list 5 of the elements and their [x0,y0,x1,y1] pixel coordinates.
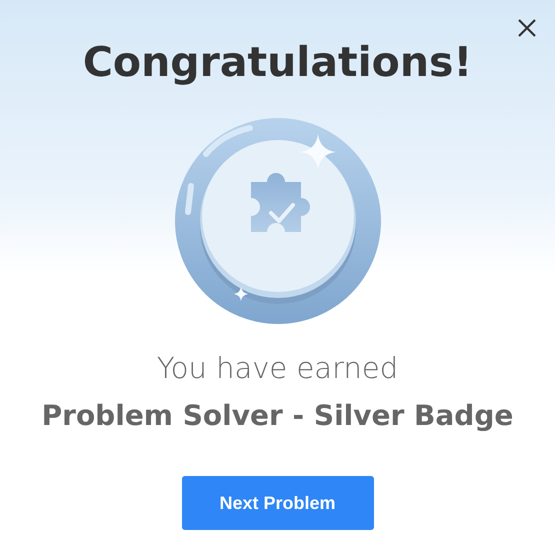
dialog-title: Congratulations! [82,37,472,88]
next-problem-button[interactable]: Next Problem [182,476,374,530]
badge-name: Problem Solver - Silver Badge [42,398,514,434]
close-icon [517,18,537,38]
earned-message: You have earned [156,350,398,387]
